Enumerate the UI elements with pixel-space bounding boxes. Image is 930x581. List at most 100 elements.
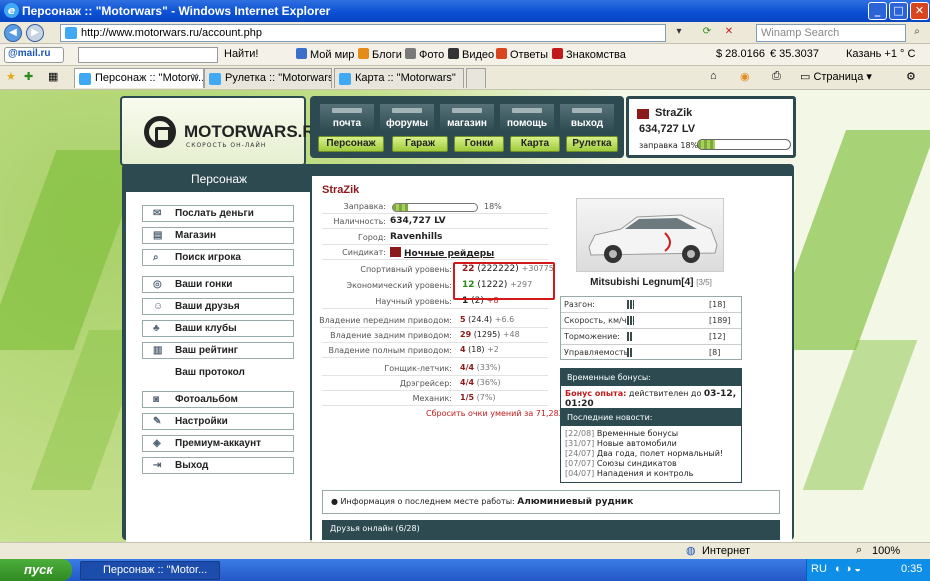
home-icon[interactable]: ⌂ [710,70,717,82]
car-name[interactable]: Mitsubishi Legnum[4] [590,277,693,288]
toolbar-item-photo[interactable]: Фото [405,48,444,61]
sidebar-item-photoalbum[interactable]: ◙ Фотоальбом [142,391,294,408]
start-label: пуск [24,562,53,577]
search-input[interactable]: Winamp Search [756,24,906,42]
tab-map[interactable]: Карта :: "Motorwars" [334,68,464,88]
sidebar-item-label: Выход [175,460,209,471]
nav-mail[interactable]: почта [320,104,374,132]
tab-label: Карта :: "Motorwars" [355,72,456,84]
nav-help[interactable]: помощь [500,104,554,132]
mailru-search-button[interactable]: Найти! [224,48,258,60]
quick-tabs-icon[interactable]: ▦ [48,70,58,83]
toolbar-item-video[interactable]: Видео [448,48,494,61]
news-item[interactable]: [31/07] Новые автомобили [565,439,737,449]
news-item[interactable]: [22/08] Временные бонусы [565,429,737,439]
nav-forums[interactable]: форумы [380,104,434,132]
toolbar-item-label: Знакомства [566,49,626,61]
favorites-star-icon[interactable]: ★ [6,70,16,83]
car-stat-value: [8] [709,348,721,357]
syndicate-link[interactable]: Ночные рейдеры [390,247,494,259]
sidebar-item-clubs[interactable]: ♣ Ваши клубы [142,320,294,337]
news-item[interactable]: [24/07] Два года, полет нормальный! [565,449,737,459]
toolbar-item-blogs[interactable]: Блоги [358,48,402,61]
start-button[interactable]: пуск [0,559,72,581]
sidebar-item-send-money[interactable]: ✉ Послать деньги [142,205,294,222]
sidebar-item-label: Ваш рейтинг [175,345,238,356]
sidebar-item-premium[interactable]: ◈ Премиум-аккаунт [142,435,294,452]
language-indicator[interactable]: RU [811,563,827,575]
car-stat-label: Разгон: [564,300,596,309]
nav-roulette[interactable]: Рулетка [566,136,618,152]
feeds-icon[interactable]: ◉ [740,70,750,83]
tab-close-icon[interactable]: ✕ [191,72,199,83]
car-image[interactable] [576,198,724,272]
add-favorite-icon[interactable]: ✚ [24,70,33,83]
nav-exit[interactable]: выход [560,104,614,132]
new-tab-button[interactable] [466,68,486,88]
mailru-logo[interactable]: @mail.ru [4,47,64,63]
sidebar-item-settings[interactable]: ✎ Настройки [142,413,294,430]
user-summary: StraZik 634,727 LV заправка 18% [626,96,796,158]
nav-character[interactable]: Персонаж [318,136,384,152]
site-logo[interactable]: MOTORWARS.RU СКОРОСТЬ ОН-ЛАЙН [120,96,327,166]
user-name[interactable]: StraZik [655,107,692,119]
sidebar-item-exit[interactable]: ⇥ Выход [142,457,294,474]
blog-icon [358,48,369,59]
nav-races[interactable]: Гонки [454,136,504,152]
toolbar-item-dating[interactable]: Знакомства [552,48,626,61]
fuel-row: Заправка: 18% [322,200,548,214]
forward-icon[interactable]: ▶ [26,24,44,42]
stop-icon[interactable]: ✕ [722,26,736,40]
weather[interactable]: Казань +1 ° С [846,48,915,60]
search-icon[interactable]: ⌕ [910,26,924,40]
sidebar-item-player-search[interactable]: ⌕ Поиск игрока [142,249,294,266]
drive-label: Владение передним приводом: [319,316,452,325]
close-button[interactable]: ✕ [910,2,929,20]
last-job-info: ● Информация о последнем месте работы: А… [322,490,780,514]
skill-label: Дрэгрейсер: [399,379,452,388]
sidebar-item-shop[interactable]: ▤ Магазин [142,227,294,244]
zoom-level[interactable]: 100% [872,545,900,557]
car-stat-row: Разгон: [18] [561,297,741,313]
tab-favicon [209,73,221,85]
friends-online-header[interactable]: Друзья онлайн (6/28) [322,520,780,540]
toolbar-item-answers[interactable]: Ответы [496,48,548,61]
sidebar-item-friends[interactable]: ☺ Ваши друзья [142,298,294,315]
nav-garage[interactable]: Гараж [392,136,448,152]
mailru-search-input[interactable] [78,47,218,63]
toolbar-item-my-world[interactable]: Мой мир [296,48,354,61]
dropdown-icon[interactable]: ▾ [672,26,686,40]
url-input[interactable]: http://www.motorwars.ru/account.php [60,24,666,42]
sidebar-item-rating[interactable]: ▥ Ваш рейтинг [142,342,294,359]
tray-icons: ◐ ◑ ◒ [835,563,862,575]
sidebar-item-races[interactable]: ◎ Ваши гонки [142,276,294,293]
url-text: http://www.motorwars.ru/account.php [81,27,262,39]
news-item[interactable]: [04/07] Нападения и контроль [565,469,737,479]
drive-value: 29 (1295) +48 [460,330,520,339]
tab-character[interactable]: Персонаж :: "Motorw... ✕ [74,68,204,88]
bonus-value: действителен до [628,389,702,398]
minimize-button[interactable]: _ [868,2,887,20]
drive-level: 29 [460,330,472,339]
tools-icon[interactable]: ⚙ [906,70,916,83]
drive-label: Владение задним приводом: [330,331,452,340]
sidebar-item-protocol[interactable]: Ваш протокол [142,364,294,381]
user-fuel-fill [698,140,715,149]
car-illustration [588,214,718,263]
econ-level-label: Экономический уровень: [346,281,452,290]
reset-skills-link[interactable]: Сбросить очки умений за 71,283 LV [426,409,575,418]
nav-map[interactable]: Карта [510,136,560,152]
refresh-icon[interactable]: ⟳ [700,26,714,40]
page-menu[interactable]: ▭ Страница ▾ [800,70,872,83]
sidebar-item-label: Настройки [175,416,228,427]
skill-row: Механик: 1/5 (7%) [322,392,548,406]
tab-roulette[interactable]: Рулетка :: "Motorwars" [204,68,332,88]
premium-icon: ◈ [153,438,161,449]
news-text: Новые автомобили [596,439,677,448]
print-icon[interactable]: ⎙ [772,70,781,83]
back-icon[interactable]: ◀ [4,24,22,42]
news-item[interactable]: [07/07] Союзы синдикатов [565,459,737,469]
taskbar-item-ie[interactable]: Персонаж :: "Motor... [80,561,220,580]
nav-shop[interactable]: магазин [440,104,494,132]
maximize-button[interactable]: □ [889,2,908,20]
